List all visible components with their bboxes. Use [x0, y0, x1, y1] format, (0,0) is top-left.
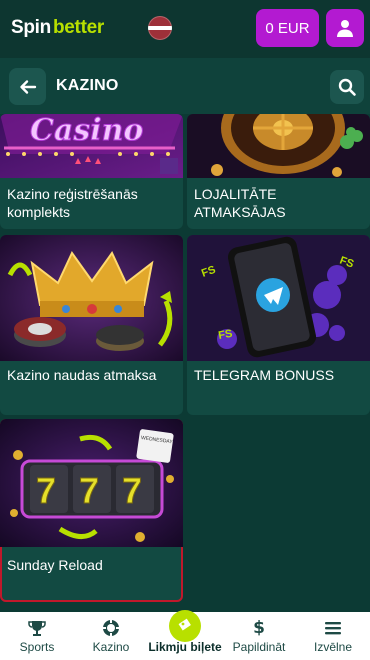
nav-sports[interactable]: Sports: [0, 612, 74, 660]
promo-label: Kazino naudas atmaksa: [7, 367, 157, 383]
trophy-icon: [28, 618, 46, 638]
top-header: Spin better 0 EUR: [0, 0, 370, 58]
nav-label: Sports: [19, 640, 55, 654]
spinbetter-logo[interactable]: Spin better: [11, 17, 104, 39]
profile-button[interactable]: [326, 9, 364, 47]
user-icon: [337, 20, 353, 37]
page-title: KAZINO: [56, 77, 119, 94]
promo-card-telegram[interactable]: FS FS FS TELEGRAM BONUSS: [187, 235, 370, 415]
back-button[interactable]: [9, 68, 46, 105]
promo-grid: Casino Kazino reģistrēšanās komplekts LO…: [0, 114, 370, 612]
nav-menu[interactable]: Izvēlne: [296, 612, 370, 660]
roulette-wheel-image: [187, 114, 370, 178]
promo-card-cashback[interactable]: Kazino naudas atmaksa: [0, 235, 183, 415]
promo-label: TELEGRAM BONUSS: [194, 367, 335, 383]
casino-sign-text: Casino: [30, 114, 143, 148]
search-button[interactable]: [330, 70, 364, 104]
nav-label: Papildināt: [232, 640, 286, 654]
nav-label: Kazino: [92, 640, 130, 654]
nav-deposit[interactable]: $ Papildināt: [222, 612, 296, 660]
slot-digit-text: 7: [122, 470, 142, 511]
nav-bet-slip[interactable]: Likmju biļete: [148, 610, 222, 660]
slot-digit-text: 7: [79, 470, 99, 511]
promo-card-registration[interactable]: Casino Kazino reģistrēšanās komplekts: [0, 114, 183, 229]
logo-spin-text: Spin: [11, 17, 51, 38]
promo-label: LOJALITĀTE ATMAKSĀJAS: [194, 186, 286, 220]
section-header: KAZINO: [0, 58, 370, 114]
promo-card-loyalty[interactable]: LOJALITĀTE ATMAKSĀJAS: [187, 114, 370, 229]
fs-badge-text: FS: [217, 328, 233, 342]
balance-button[interactable]: 0 EUR: [256, 9, 319, 47]
slot-777-image: 7 7 7 WEDNESDAY: [0, 419, 183, 547]
slot-digit-text: 7: [36, 470, 56, 511]
casino-sign-image: Casino: [0, 114, 183, 178]
nav-label: Izvēlne: [313, 640, 353, 654]
poker-chip-icon: [102, 618, 120, 638]
nav-label: Likmju biļete: [148, 640, 222, 654]
menu-icon: [324, 618, 342, 638]
arrow-left-icon: [19, 79, 36, 94]
dollar-icon: $: [253, 618, 265, 638]
logo-better-text: better: [52, 17, 104, 38]
promo-card-sunday-reload[interactable]: 7 7 7 WEDNESDAY Sunday Reload: [0, 419, 183, 602]
promo-label: Sunday Reload: [7, 557, 103, 573]
telegram-phone-image: FS FS FS: [187, 235, 370, 361]
ticket-icon: [169, 610, 201, 642]
nav-kazino[interactable]: Kazino: [74, 612, 148, 660]
crown-image: [0, 235, 183, 361]
bottom-nav: Sports Kazino Likmju biļete $ Papildināt…: [0, 610, 370, 660]
latvia-flag-icon[interactable]: [148, 16, 172, 40]
promo-label: Kazino reģistrēšanās komplekts: [7, 186, 138, 220]
search-icon: [338, 78, 356, 96]
